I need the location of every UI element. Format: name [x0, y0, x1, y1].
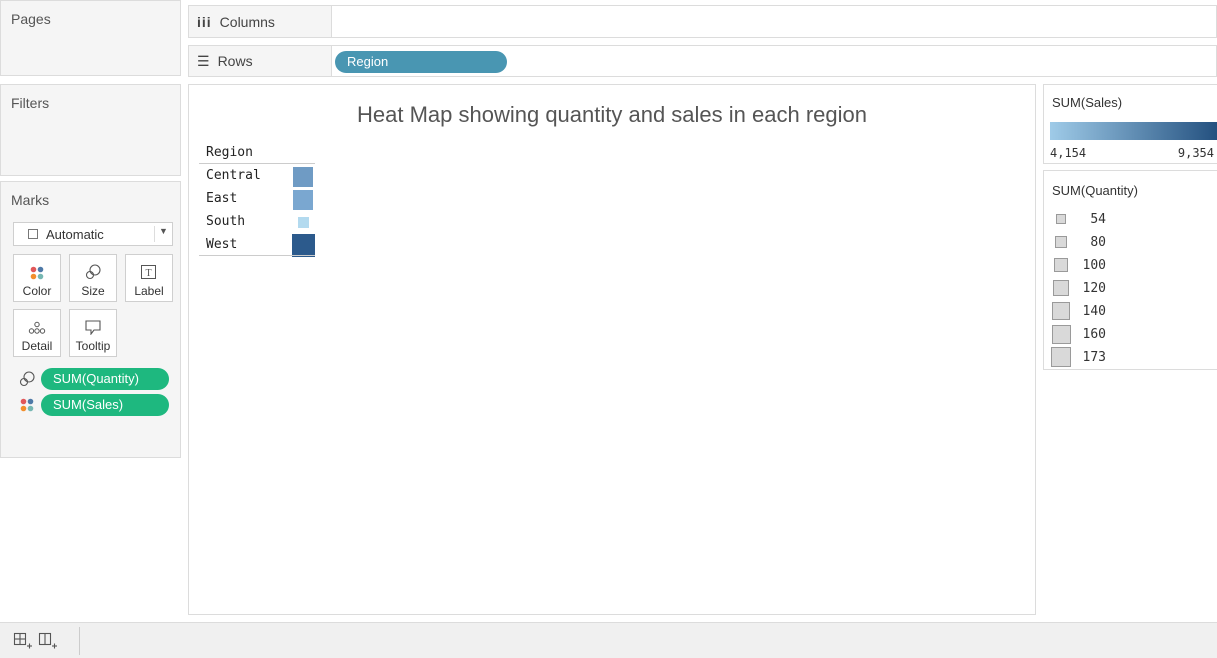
sum-sales-pill[interactable]: SUM(Sales) [41, 394, 169, 416]
size-icon [85, 264, 101, 280]
text-label-icon: T [141, 265, 156, 279]
tooltip-button[interactable]: Tooltip [69, 309, 117, 357]
size-label: Size [81, 284, 105, 298]
sales-legend-title: SUM(Sales) [1052, 95, 1123, 110]
quantity-legend-item[interactable]: 120 [1050, 278, 1106, 298]
detail-label: Detail [21, 339, 53, 353]
columns-icon: iii [197, 13, 212, 30]
automatic-mark-icon [28, 229, 38, 239]
filters-panel[interactable]: Filters [0, 84, 181, 176]
region-label: East [206, 191, 238, 206]
quantity-legend-item[interactable]: 140 [1050, 301, 1106, 321]
region-label: West [206, 237, 238, 252]
heatmap-rows: Central East South West [199, 165, 315, 257]
quantity-legend-value: 100 [1082, 257, 1106, 273]
pages-panel[interactable]: Pages [0, 0, 181, 76]
quantity-legend-value: 160 [1082, 326, 1106, 342]
detail-icon [28, 321, 46, 334]
size-icon [19, 371, 35, 387]
tooltip-label: Tooltip [75, 339, 111, 353]
quantity-legend-title: SUM(Quantity) [1052, 183, 1138, 198]
pages-title: Pages [11, 11, 51, 27]
size-square-icon [1056, 214, 1066, 224]
quantity-legend-value: 120 [1082, 280, 1106, 296]
quantity-legend[interactable]: SUM(Quantity) 54 80 100 120 140 160 173 [1043, 170, 1217, 370]
new-dashboard-icon[interactable] [38, 631, 58, 651]
bottom-bar-divider [79, 627, 80, 655]
heatmap-row[interactable]: South [199, 211, 315, 234]
filters-title: Filters [11, 95, 50, 111]
heatmap-row[interactable]: Central [199, 165, 315, 188]
quantity-legend-value: 80 [1090, 234, 1106, 250]
sales-legend-min: 4,154 [1050, 146, 1087, 160]
region-label: South [206, 214, 246, 229]
quantity-legend-value: 54 [1090, 211, 1106, 227]
rows-label: Rows [217, 53, 253, 69]
sales-legend-max: 9,354 [1177, 146, 1214, 160]
rows-shelf[interactable]: ☰ Rows Region [188, 45, 1217, 77]
quantity-legend-value: 173 [1082, 349, 1106, 365]
quantity-legend-items: 54 80 100 120 140 160 173 [1050, 209, 1210, 369]
region-pill[interactable]: Region [335, 51, 507, 73]
region-label: Central [206, 168, 261, 183]
quantity-legend-item[interactable]: 54 [1050, 209, 1106, 229]
new-worksheet-icon[interactable] [13, 631, 33, 651]
mark-type-value: Automatic [46, 227, 104, 242]
sales-legend[interactable]: SUM(Sales) 4,154 9,354 [1043, 84, 1217, 164]
heatmap-cell[interactable] [297, 217, 309, 228]
marks-panel: Marks Automatic ▼ Color Size T Label Det… [0, 181, 181, 458]
sales-color-gradient [1050, 122, 1217, 140]
quantity-legend-value: 140 [1082, 303, 1106, 319]
color-button[interactable]: Color [13, 254, 61, 302]
marks-title: Marks [11, 192, 50, 208]
mark-type-dropdown[interactable]: Automatic ▼ [13, 222, 173, 246]
size-square-icon [1051, 324, 1071, 344]
color-label: Color [22, 284, 52, 298]
heatmap-cell[interactable] [291, 234, 315, 257]
quantity-legend-item[interactable]: 160 [1050, 324, 1106, 344]
dropdown-divider [154, 226, 155, 242]
label-label: Label [134, 284, 164, 298]
heatmap-row[interactable]: East [199, 188, 315, 211]
columns-shelf[interactable]: iii Columns [188, 5, 1217, 38]
size-square-icon [1055, 236, 1067, 248]
rows-shelf-label: ☰ Rows [189, 46, 332, 76]
size-square-icon [1053, 280, 1069, 296]
heatmap-cell[interactable] [293, 166, 313, 187]
size-square-icon [1050, 346, 1072, 368]
header-divider [199, 163, 315, 164]
size-square-icon [1052, 302, 1070, 320]
bottom-sheet-bar [0, 622, 1217, 658]
color-icon [30, 266, 44, 280]
rows-icon: ☰ [197, 52, 210, 69]
quantity-legend-item[interactable]: 100 [1050, 255, 1106, 275]
columns-shelf-label: iii Columns [189, 6, 332, 37]
size-button[interactable]: Size [69, 254, 117, 302]
detail-button[interactable]: Detail [13, 309, 61, 357]
region-header: Region [206, 145, 253, 160]
view-title: Heat Map showing quantity and sales in e… [357, 102, 867, 127]
tooltip-icon [85, 320, 101, 335]
heatmap-row[interactable]: West [199, 234, 315, 257]
svg-text:T: T [145, 268, 151, 279]
table-bottom-divider [199, 255, 315, 256]
quantity-legend-item[interactable]: 80 [1050, 232, 1106, 252]
quantity-legend-item[interactable]: 173 [1050, 346, 1106, 368]
color-icon [20, 398, 34, 412]
view-area[interactable]: Heat Map showing quantity and sales in e… [188, 84, 1036, 615]
heatmap-cell[interactable] [293, 189, 313, 210]
sum-quantity-pill[interactable]: SUM(Quantity) [41, 368, 169, 390]
columns-label: Columns [219, 13, 275, 30]
size-square-icon [1054, 258, 1068, 272]
label-button[interactable]: T Label [125, 254, 173, 302]
chevron-down-icon: ▼ [159, 226, 168, 236]
